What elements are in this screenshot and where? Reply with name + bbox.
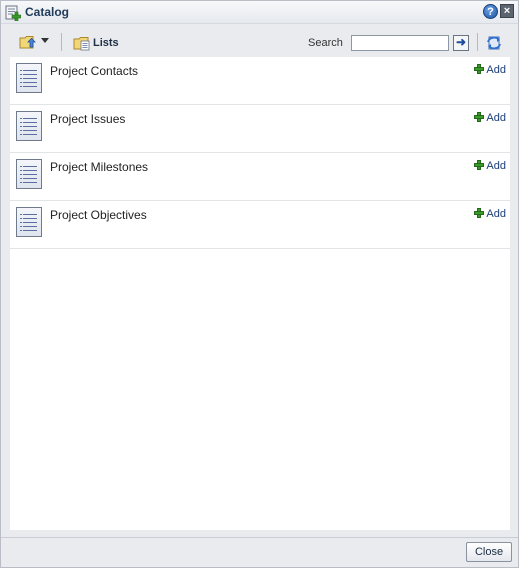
add-link[interactable]: Add (474, 64, 506, 76)
list-item: Project Issues Add (10, 105, 510, 153)
list-document-icon (16, 159, 42, 189)
list-item: Project Contacts Add (10, 57, 510, 105)
item-name[interactable]: Project Objectives (50, 208, 147, 222)
close-button[interactable]: Close (466, 542, 512, 562)
search-go-button[interactable]: ➜ (453, 35, 469, 51)
footer-divider (1, 537, 518, 538)
add-plus-icon (474, 208, 485, 218)
close-icon[interactable]: × (500, 4, 514, 18)
list-document-icon (16, 63, 42, 93)
add-plus-icon (474, 112, 485, 122)
catalog-dialog: Catalog ? × Lists Search ➜ Project Conta… (0, 0, 519, 568)
toolbar: Lists Search ➜ (1, 24, 518, 56)
add-plus-icon (474, 160, 485, 170)
window-title: Catalog (25, 5, 70, 19)
add-link[interactable]: Add (474, 112, 506, 124)
add-label: Add (486, 64, 506, 76)
toolbar-divider (477, 33, 478, 51)
list-item: Project Objectives Add (10, 201, 510, 249)
list-item: Project Milestones Add (10, 153, 510, 201)
refresh-icon[interactable] (485, 35, 503, 51)
item-name[interactable]: Project Issues (50, 112, 125, 126)
add-label: Add (486, 160, 506, 172)
list-document-icon (16, 111, 42, 141)
arrow-right-icon: ➜ (455, 35, 467, 49)
catalog-add-icon (5, 5, 21, 21)
add-label: Add (486, 112, 506, 124)
catalog-list: Project Contacts Add Project Issues Add (10, 57, 510, 530)
list-document-icon (16, 207, 42, 237)
add-plus-icon (474, 64, 485, 74)
chevron-down-icon[interactable] (41, 38, 49, 43)
toolbar-divider (61, 33, 62, 51)
lists-breadcrumb[interactable]: Lists (93, 37, 119, 49)
folder-up-icon[interactable] (19, 34, 37, 50)
help-icon[interactable]: ? (483, 4, 498, 19)
search-label: Search (308, 37, 343, 49)
add-link[interactable]: Add (474, 208, 506, 220)
lists-folder-icon (73, 37, 90, 51)
add-label: Add (486, 208, 506, 220)
item-name[interactable]: Project Contacts (50, 64, 138, 78)
title-bar: Catalog ? × (1, 1, 518, 24)
add-link[interactable]: Add (474, 160, 506, 172)
search-input[interactable] (351, 35, 449, 51)
item-name[interactable]: Project Milestones (50, 160, 148, 174)
